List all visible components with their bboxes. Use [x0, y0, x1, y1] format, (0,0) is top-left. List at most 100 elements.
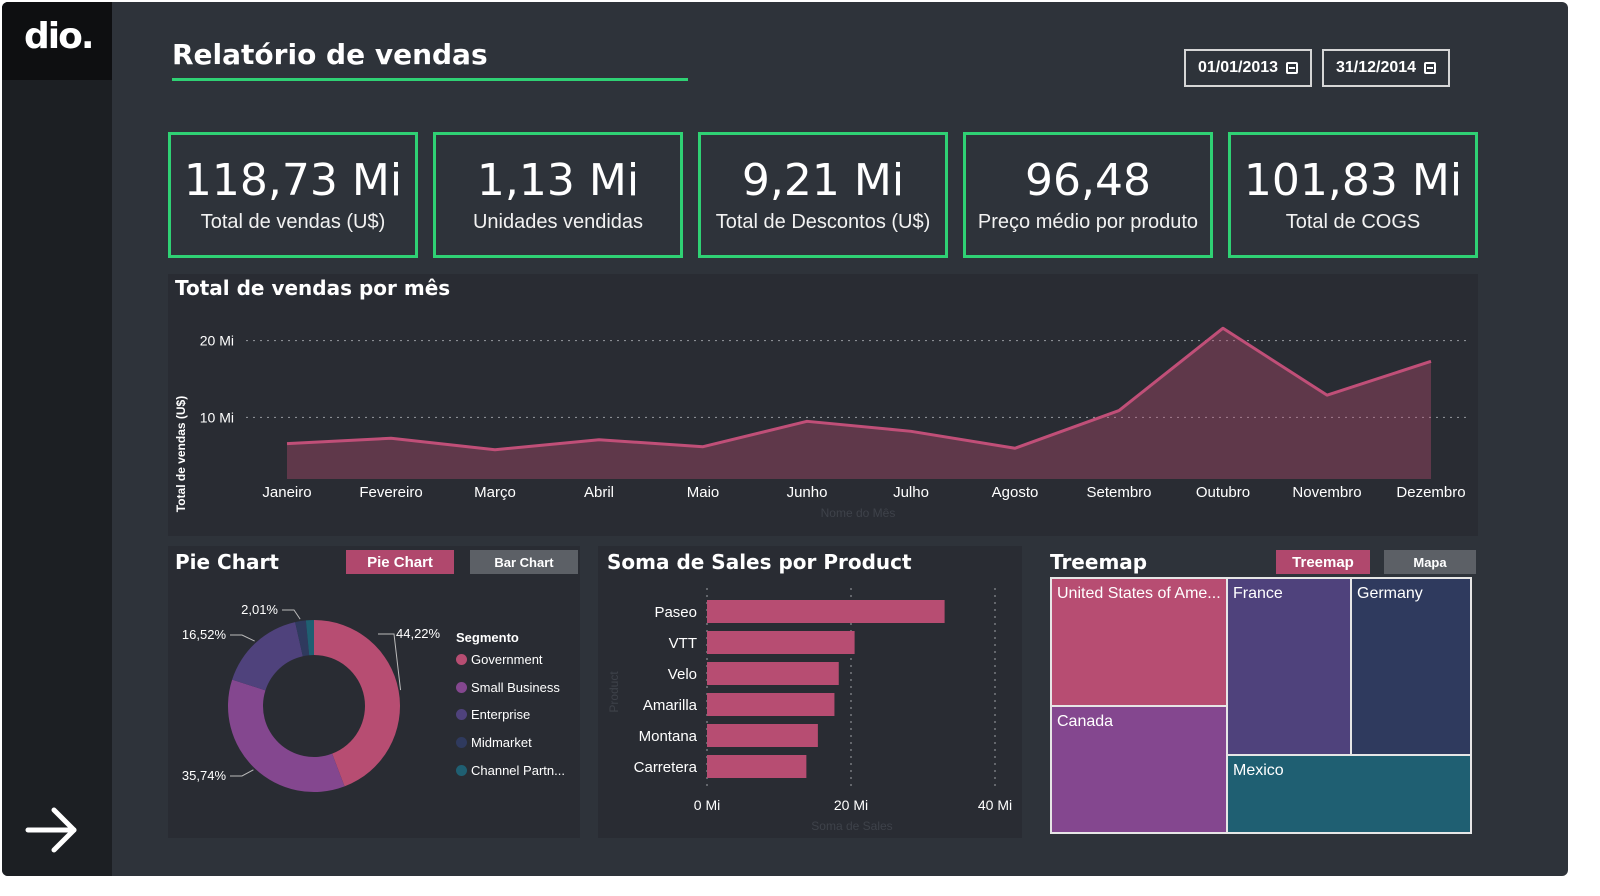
- data-point[interactable]: [1321, 389, 1333, 401]
- bar[interactable]: [707, 724, 818, 747]
- y-tick-label: Carretera: [634, 759, 698, 776]
- x-tick-label: Dezembro: [1396, 484, 1465, 501]
- treemap-toggle[interactable]: Treemap: [1276, 550, 1370, 574]
- y-tick-label: VTT: [669, 635, 697, 652]
- kpi-label: Unidades vendidas: [472, 211, 644, 233]
- x-tick-label: Novembro: [1292, 484, 1361, 501]
- kpi-value: 96,48: [1025, 155, 1151, 206]
- y-axis-label: Product: [607, 671, 621, 713]
- legend-item-government[interactable]: Government: [456, 652, 543, 667]
- dio-logo: dio.: [24, 16, 95, 57]
- kpi-label: Total de Descontos (U$): [715, 211, 931, 233]
- y-tick-label: Amarilla: [643, 697, 698, 714]
- legend-item-enterprise[interactable]: Enterprise: [456, 707, 530, 722]
- x-tick-label: 20 Mi: [834, 797, 868, 813]
- data-point[interactable]: [697, 441, 709, 453]
- start-date-picker[interactable]: 01/01/2013: [1184, 49, 1312, 87]
- end-date-value: 31/12/2014: [1335, 59, 1417, 76]
- treemap-cell-usa[interactable]: United States of Ame...: [1050, 577, 1228, 707]
- x-tick-label: Maio: [687, 484, 720, 501]
- x-tick-label: Fevereiro: [359, 484, 422, 501]
- legend-label: Channel Partn...: [471, 763, 565, 778]
- x-tick-label: Setembro: [1086, 484, 1151, 501]
- report-canvas: dio. Relatório de vendas 01/01/2013 31/1…: [2, 2, 1568, 876]
- kpi-card-total-sales: 118,73 Mi Total de vendas (U$): [168, 132, 418, 258]
- bar[interactable]: [707, 662, 839, 685]
- slice-label: 16,52%: [182, 627, 227, 642]
- calendar-icon: [1424, 62, 1437, 74]
- kpi-label: Preço médio por produto: [977, 211, 1199, 233]
- kpi-card-avg-price: 96,48 Preço médio por produto: [963, 132, 1213, 258]
- sidebar: dio.: [2, 2, 112, 876]
- kpi-card-cogs: 101,83 Mi Total de COGS: [1228, 132, 1478, 258]
- leader-line: [230, 769, 254, 777]
- kpi-card-units-sold: 1,13 Mi Unidades vendidas: [433, 132, 683, 258]
- x-tick-label: Outubro: [1196, 484, 1250, 501]
- bar[interactable]: [707, 755, 807, 778]
- monthly-sales-panel: Total de vendas por mês Total de vendas …: [168, 274, 1478, 536]
- calendar-icon: [1286, 62, 1299, 74]
- leader-line: [282, 609, 301, 620]
- arrow-right-icon[interactable]: [24, 802, 80, 858]
- title-underline: [172, 78, 688, 81]
- data-point[interactable]: [801, 415, 813, 427]
- x-axis-label: Soma de Sales: [811, 819, 892, 833]
- legend-item-midmarket[interactable]: Midmarket: [456, 735, 532, 750]
- bar[interactable]: [707, 693, 835, 716]
- treemap-cell-germany[interactable]: Germany: [1350, 577, 1472, 756]
- kpi-value: 9,21 Mi: [741, 155, 905, 206]
- data-point[interactable]: [385, 432, 397, 444]
- slice-label: 35,74%: [182, 768, 227, 783]
- legend-label: Small Business: [471, 680, 560, 695]
- x-tick-label: Janeiro: [262, 484, 311, 501]
- legend-dot: [456, 709, 467, 720]
- data-point[interactable]: [1217, 322, 1229, 334]
- y-tick-label: Paseo: [654, 604, 697, 621]
- end-date-picker[interactable]: 31/12/2014: [1322, 49, 1450, 87]
- y-tick-label: Velo: [668, 666, 697, 683]
- x-tick-label: 40 Mi: [978, 797, 1012, 813]
- x-axis-label: Nome do Mês: [821, 506, 896, 520]
- treemap-cell-canada[interactable]: Canada: [1050, 705, 1228, 834]
- data-point[interactable]: [489, 444, 501, 456]
- pie-chart-panel: Pie Chart Pie Chart Bar Chart 44,22% 35,7…: [168, 546, 580, 838]
- data-point[interactable]: [1425, 355, 1437, 367]
- kpi-card-discounts: 9,21 Mi Total de Descontos (U$): [698, 132, 948, 258]
- bar[interactable]: [707, 600, 945, 623]
- pie-slice[interactable]: [228, 679, 345, 792]
- legend-item-channel-partners[interactable]: Channel Partn...: [456, 763, 565, 778]
- pie-slice[interactable]: [232, 622, 303, 691]
- kpi-label: Total de vendas (U$): [200, 211, 386, 233]
- slice-label: 2,01%: [241, 602, 278, 617]
- kpi-value: 1,13 Mi: [476, 155, 640, 206]
- kpi-value: 101,83 Mi: [1243, 155, 1463, 206]
- legend-dot: [456, 654, 467, 665]
- data-point[interactable]: [281, 438, 293, 450]
- legend-dot: [456, 765, 467, 776]
- kpi-label: Total de COGS: [1285, 211, 1421, 233]
- y-tick-label: Montana: [639, 728, 698, 745]
- x-tick-label: Abril: [584, 484, 614, 501]
- map-toggle[interactable]: Mapa: [1384, 550, 1476, 574]
- treemap-cell-france[interactable]: France: [1226, 577, 1352, 756]
- page-title: Relatório de vendas: [172, 38, 488, 71]
- legend-label: Government: [471, 652, 543, 667]
- x-tick-label: Julho: [893, 484, 929, 501]
- y-axis-label: Total de vendas (U$): [174, 396, 188, 512]
- x-tick-label: Junho: [787, 484, 828, 501]
- y-tick-label: 20 Mi: [200, 333, 234, 349]
- legend-item-small-business[interactable]: Small Business: [456, 680, 560, 695]
- legend-label: Enterprise: [471, 707, 531, 722]
- x-tick-label: Agosto: [992, 484, 1039, 501]
- chart-title: Treemap: [1050, 550, 1148, 574]
- data-point[interactable]: [1113, 405, 1125, 417]
- data-point[interactable]: [1009, 442, 1021, 454]
- data-point[interactable]: [593, 434, 605, 446]
- area-chart: Total de vendas (U$) Nome do Mês 20 Mi 10…: [174, 322, 1466, 520]
- product-sales-panel: Soma de Sales por Product Product Soma d…: [598, 546, 1022, 838]
- bar[interactable]: [707, 631, 855, 654]
- data-point[interactable]: [905, 425, 917, 437]
- legend-dot: [456, 737, 467, 748]
- treemap-cell-mexico[interactable]: Mexico: [1226, 754, 1472, 834]
- legend-dot: [456, 682, 467, 693]
